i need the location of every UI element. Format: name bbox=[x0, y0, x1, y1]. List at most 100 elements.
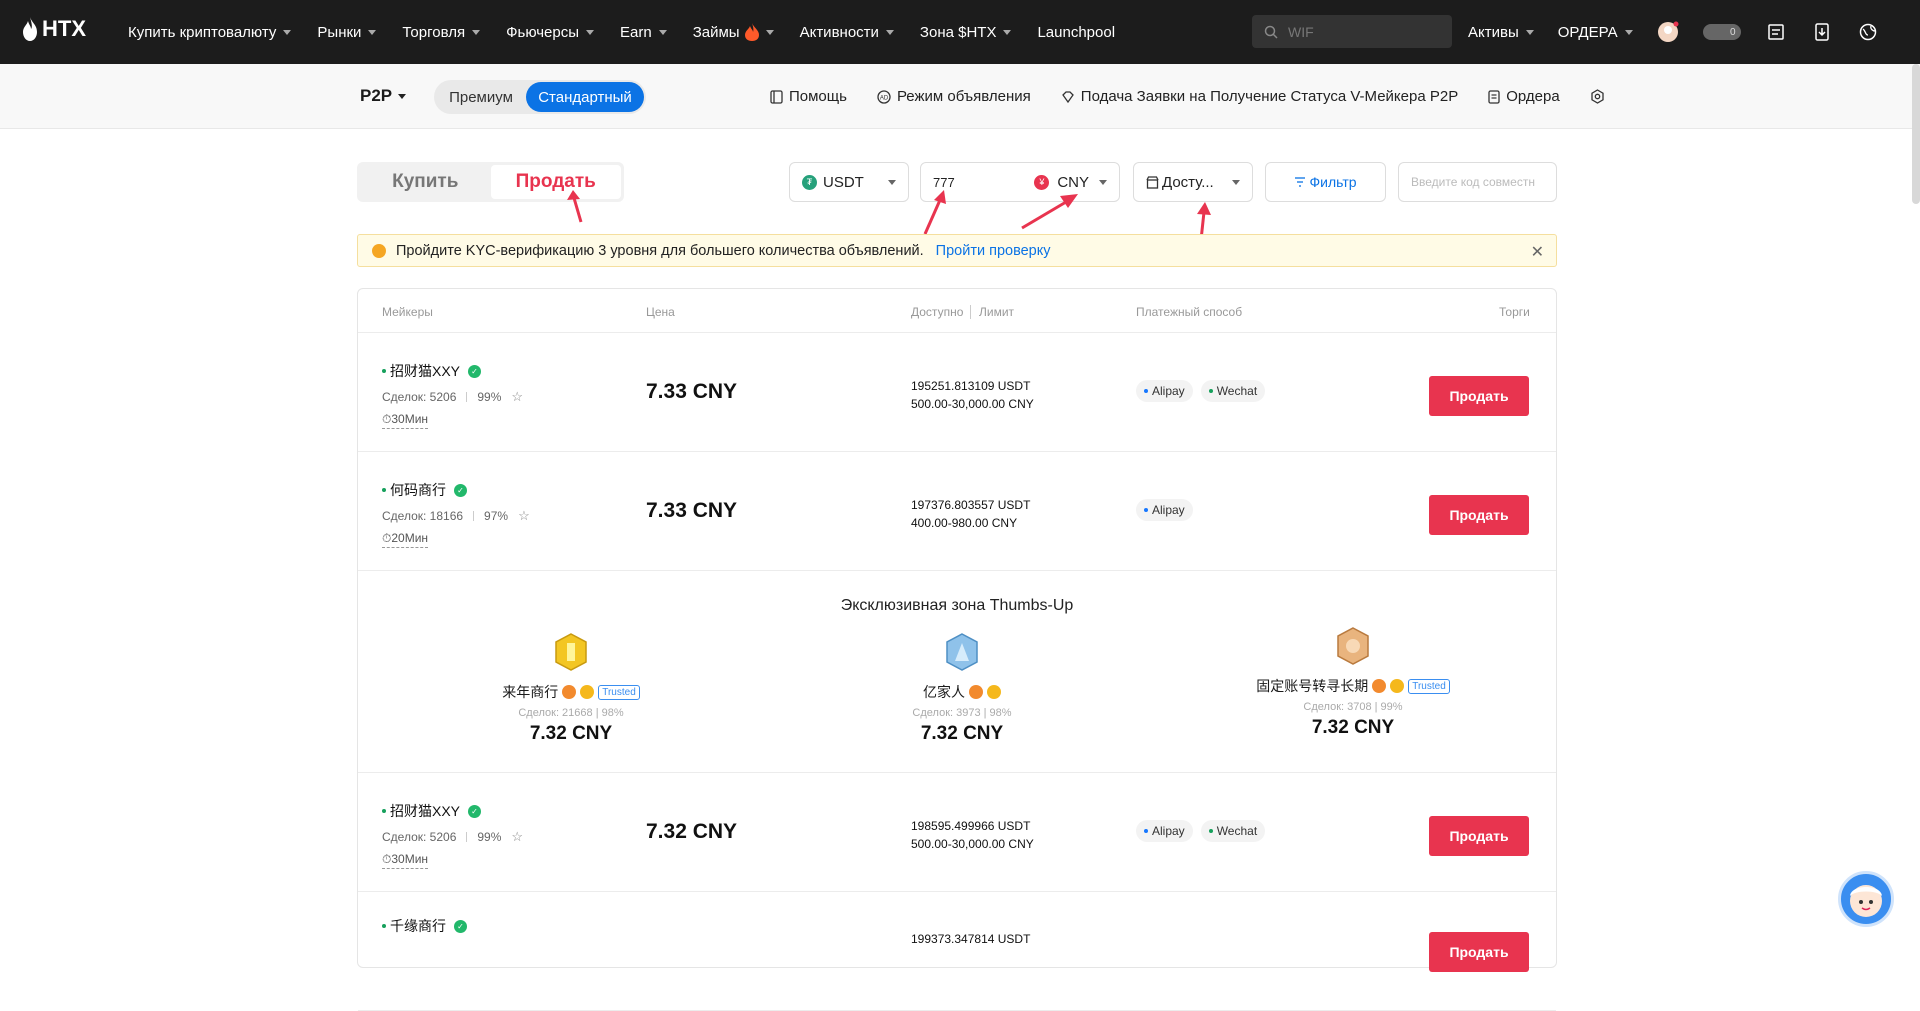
sell-tab[interactable]: Продать bbox=[490, 165, 621, 199]
coin-label: USDT bbox=[823, 173, 864, 191]
sell-button[interactable]: Продать bbox=[1429, 816, 1529, 856]
ads-table: Мейкеры Цена Доступно Лимит Платежный сп… bbox=[357, 288, 1557, 1011]
support-chat-avatar[interactable] bbox=[1838, 871, 1894, 927]
payment-time-value: 30Мин bbox=[391, 852, 429, 866]
payment-label: Wechat bbox=[1216, 824, 1258, 838]
help-link[interactable]: Помощь bbox=[770, 88, 847, 105]
kyc-text: Пройдите KYC-верификацию 3 уровня для бо… bbox=[396, 242, 924, 259]
orders-menu[interactable]: ОРДЕРА bbox=[1558, 24, 1633, 41]
search-icon bbox=[1264, 25, 1278, 39]
coin-select[interactable]: ₮ USDT bbox=[789, 162, 909, 202]
thumb-badge-icon bbox=[1390, 679, 1405, 693]
invite-code-input[interactable]: Введите код совместн bbox=[1398, 162, 1557, 202]
ad-mode-link[interactable]: AD Режим объявления bbox=[877, 88, 1031, 105]
thumbs-merchant-name: 亿家人 bbox=[923, 684, 965, 700]
kyc-banner: Пройдите KYC-верификацию 3 уровня для бо… bbox=[357, 234, 1557, 267]
nav-buy-crypto[interactable]: Купить криптовалюту bbox=[128, 24, 292, 41]
table-row: 千缘商行 ✓ 199373.347814 USDT Продать bbox=[358, 892, 1556, 1011]
merchant-name[interactable]: 千缘商行 bbox=[390, 916, 446, 936]
search-box[interactable]: WIF bbox=[1252, 15, 1452, 48]
star-icon[interactable]: ☆ bbox=[511, 389, 523, 405]
nav-label: Активности bbox=[799, 23, 879, 41]
caret-down-icon bbox=[1525, 29, 1534, 35]
flame-logo-icon bbox=[23, 17, 37, 41]
caret-down-icon bbox=[1099, 179, 1107, 185]
nav-earn[interactable]: Earn bbox=[620, 24, 667, 41]
nav-label: Займы bbox=[692, 23, 740, 41]
payment-label: Alipay bbox=[1152, 384, 1185, 398]
bronze-medal-icon bbox=[1337, 627, 1369, 665]
thumbs-card[interactable]: 来年商行 Trusted Сделок: 21668 | 98% 7.32 CNY bbox=[451, 633, 691, 745]
star-icon[interactable]: ☆ bbox=[518, 508, 530, 524]
thumbs-up-title: Эксклюзивная зона Thumbs-Up bbox=[840, 597, 1074, 614]
availability-select[interactable]: Досту... bbox=[1133, 162, 1253, 202]
assets-menu[interactable]: Активы bbox=[1468, 24, 1534, 41]
book-icon bbox=[770, 89, 783, 104]
thumbs-card[interactable]: 亿家人 Сделок: 3973 | 98% 7.32 CNY bbox=[842, 633, 1082, 745]
orders-label: ОРДЕРА bbox=[1557, 23, 1618, 41]
payment-alipay: Alipay bbox=[1136, 380, 1193, 402]
limit-range: 400.00-980.00 CNY bbox=[911, 516, 1018, 530]
col-available: Доступно bbox=[911, 305, 964, 319]
sell-button[interactable]: Продать bbox=[1429, 495, 1529, 535]
download-icon[interactable] bbox=[1811, 21, 1833, 43]
available-amount: 198595.499966 USDT bbox=[911, 819, 1031, 833]
trusted-badge: Trusted bbox=[598, 684, 640, 700]
nav-htx-zone[interactable]: Зона $HTX bbox=[920, 24, 1012, 41]
p2p-menu[interactable]: P2P bbox=[360, 86, 407, 106]
sell-button[interactable]: Продать bbox=[1429, 376, 1529, 416]
merchant-name[interactable]: 招财猫XXY bbox=[390, 801, 460, 821]
trusted-badge: Trusted bbox=[1408, 678, 1450, 694]
globe-icon[interactable] bbox=[1857, 21, 1879, 43]
nav-loans[interactable]: Займы bbox=[693, 23, 774, 41]
mode-standard[interactable]: Стандартный bbox=[526, 82, 644, 112]
thumbs-card[interactable]: 固定账号转寻长期 Trusted Сделок: 3708 | 99% 7.32 … bbox=[1233, 627, 1473, 739]
nav-trade[interactable]: Торговля bbox=[402, 24, 481, 41]
caret-down-icon bbox=[885, 29, 894, 35]
filter-button[interactable]: Фильтр bbox=[1265, 162, 1386, 202]
merchant-info: 招财猫XXY ✓ Сделок: 5206 99% ☆ ⏱30Мин bbox=[382, 801, 523, 869]
merchant-name[interactable]: 招财猫XXY bbox=[390, 361, 460, 381]
nav-activities[interactable]: Активности bbox=[800, 24, 894, 41]
filter-icon bbox=[1295, 177, 1306, 187]
nav-futures[interactable]: Фьючерсы bbox=[506, 23, 595, 41]
balance-toggle[interactable]: 0 bbox=[1702, 24, 1741, 40]
sell-button[interactable]: Продать bbox=[1429, 932, 1529, 972]
star-icon[interactable]: ☆ bbox=[511, 829, 523, 845]
merchant-name[interactable]: 何码商行 bbox=[390, 480, 446, 500]
user-avatar-icon[interactable] bbox=[1657, 21, 1679, 43]
mode-switch: Премиум Стандартный bbox=[434, 80, 646, 114]
orders-link-label: Ордера bbox=[1506, 88, 1560, 105]
buy-tab[interactable]: Купить bbox=[360, 165, 491, 199]
nav-label: Рынки bbox=[317, 23, 362, 41]
col-makers: Мейкеры bbox=[382, 305, 433, 319]
table-header: Мейкеры Цена Доступно Лимит Платежный сп… bbox=[358, 289, 1556, 333]
ad-price: 7.33 CNY bbox=[646, 499, 738, 522]
settings-icon[interactable] bbox=[1590, 89, 1605, 104]
thumb-badge-icon bbox=[580, 685, 595, 699]
htx-logo[interactable]: HTX bbox=[22, 16, 86, 42]
caret-down-icon bbox=[472, 29, 481, 35]
nav-markets[interactable]: Рынки bbox=[317, 23, 377, 41]
close-icon[interactable]: ✕ bbox=[1531, 242, 1544, 262]
mode-premium[interactable]: Премиум bbox=[436, 82, 526, 112]
completion-rate: 99% bbox=[477, 390, 502, 404]
kyc-verify-link[interactable]: Пройти проверку bbox=[936, 243, 1051, 259]
deal-count: Сделок: 5206 bbox=[382, 830, 457, 844]
p2p-label: P2P bbox=[360, 86, 393, 105]
thumb-badge-icon bbox=[987, 685, 1001, 699]
ad-mode-label: Режим объявления bbox=[896, 88, 1031, 105]
notes-icon[interactable] bbox=[1765, 21, 1787, 43]
nav-label: Зона $HTX bbox=[919, 23, 997, 41]
store-icon bbox=[1146, 175, 1159, 189]
payment-time: ⏱20Мин bbox=[382, 531, 429, 548]
payment-wechat: Wechat bbox=[1200, 820, 1266, 842]
cny-icon: ¥ bbox=[1034, 174, 1050, 190]
orders-link[interactable]: Ордера bbox=[1488, 88, 1560, 105]
nav-launchpool[interactable]: Launchpool bbox=[1037, 24, 1115, 41]
nav-label: Фьючерсы bbox=[506, 23, 580, 41]
scrollbar[interactable] bbox=[1912, 64, 1920, 204]
vmaker-link[interactable]: Подача Заявки на Получение Статуса V-Мей… bbox=[1061, 88, 1458, 105]
limit-range: 500.00-30,000.00 CNY bbox=[911, 837, 1034, 851]
fiat-label: CNY bbox=[1057, 173, 1089, 191]
